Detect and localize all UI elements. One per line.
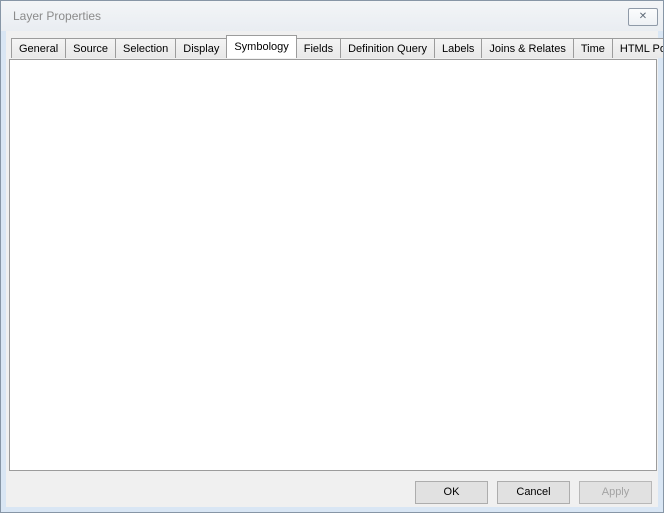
close-icon[interactable]: ✕ — [628, 8, 658, 26]
tab-selection[interactable]: Selection — [115, 38, 176, 58]
dialog-title: Layer Properties — [13, 9, 101, 23]
tab-source[interactable]: Source — [65, 38, 116, 58]
tab-general[interactable]: General — [11, 38, 66, 58]
apply-button: Apply — [579, 481, 652, 504]
tab-fields[interactable]: Fields — [296, 38, 341, 58]
ok-button[interactable]: OK — [415, 481, 488, 504]
tab-joins-relates[interactable]: Joins & Relates — [481, 38, 573, 58]
tab-labels[interactable]: Labels — [434, 38, 482, 58]
tab-html-popup[interactable]: HTML Popup — [612, 38, 664, 58]
cancel-button[interactable]: Cancel — [497, 481, 570, 504]
tab-strip: GeneralSourceSelectionDisplaySymbologyFi… — [11, 38, 664, 60]
layer-properties-dialog: Layer Properties ✕ GeneralSourceSelectio… — [0, 0, 664, 513]
tab-time[interactable]: Time — [573, 38, 613, 58]
tab-display[interactable]: Display — [175, 38, 227, 58]
tab-definition-query[interactable]: Definition Query — [340, 38, 435, 58]
symbology-tab-page — [9, 59, 657, 471]
tab-symbology[interactable]: Symbology — [226, 35, 296, 58]
title-bar[interactable]: Layer Properties ✕ — [1, 1, 663, 31]
